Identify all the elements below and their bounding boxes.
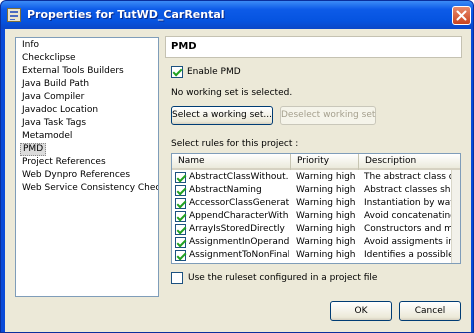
table-row[interactable]: AppendCharacterWith... Warning high Avoi…: [172, 210, 452, 223]
close-icon: [456, 10, 467, 21]
close-button[interactable]: [452, 6, 471, 25]
column-header-priority[interactable]: Priority: [291, 154, 359, 170]
window-title: Properties for TutWD_CarRental: [27, 8, 225, 21]
enable-pmd-checkbox[interactable]: [171, 66, 183, 78]
table-row[interactable]: AbstractNaming Warning high Abstract cla…: [172, 184, 452, 197]
tree-item-javadoc-location[interactable]: Javadoc Location: [20, 104, 100, 117]
tree-item-info[interactable]: Info: [20, 39, 41, 52]
rule-checkbox[interactable]: [175, 224, 186, 235]
table-row[interactable]: AbstractClassWithout... Warning high The…: [172, 171, 452, 184]
rule-checkbox[interactable]: [175, 211, 186, 222]
rule-name: ArrayIsStoredDirectly: [189, 224, 285, 234]
rule-name: AccessorClassGenerat...: [189, 198, 289, 208]
column-header-name[interactable]: Name: [172, 154, 291, 170]
rule-priority: Warning high: [296, 224, 356, 234]
use-ruleset-checkbox[interactable]: [171, 272, 183, 284]
rule-priority: Warning high: [296, 237, 356, 247]
select-working-set-button[interactable]: Select a working set...: [171, 106, 273, 125]
column-header-description[interactable]: Description: [359, 154, 460, 170]
tree-item-metamodel[interactable]: Metamodel: [20, 130, 74, 143]
properties-dialog: Properties for TutWD_CarRental Info Chec…: [0, 0, 474, 333]
rule-priority: Warning high: [296, 172, 356, 182]
table-row[interactable]: AssignmentToNonFinal... Warning high Ide…: [172, 249, 452, 262]
tree-item-web-dynpro-references[interactable]: Web Dynpro References: [20, 169, 132, 182]
rule-name: AssignmentToNonFinal...: [189, 250, 289, 260]
rule-description: Instantiation by way: [364, 198, 452, 208]
rules-table-scrollbar[interactable]: [451, 170, 460, 263]
tree-item-checkclipse[interactable]: Checkclipse: [20, 52, 78, 65]
enable-pmd-label[interactable]: Enable PMD: [187, 67, 241, 77]
properties-icon: [7, 8, 21, 22]
cancel-button[interactable]: Cancel: [399, 301, 461, 321]
rule-priority: Warning high: [296, 185, 356, 195]
select-rules-label: Select rules for this project :: [171, 139, 299, 149]
rules-table[interactable]: Name Priority Description AbstractClassW…: [171, 153, 461, 264]
rule-priority: Warning high: [296, 211, 356, 221]
table-row[interactable]: ArrayIsStoredDirectly Warning high Const…: [172, 223, 452, 236]
rule-checkbox[interactable]: [175, 198, 186, 209]
table-row[interactable]: AccessorClassGenerat... Warning high Ins…: [172, 197, 452, 210]
deselect-working-set-button[interactable]: Deselect working set: [280, 106, 376, 125]
title-bar[interactable]: Properties for TutWD_CarRental: [1, 1, 473, 29]
tree-item-web-service-consistency[interactable]: Web Service Consistency Chec: [20, 182, 158, 195]
rule-description: The abstract class d: [364, 172, 452, 182]
tree-item-external-tools-builders[interactable]: External Tools Builders: [20, 65, 126, 78]
dialog-body: Info Checkclipse External Tools Builders…: [5, 29, 471, 332]
table-row[interactable]: AssignmentInOperand Warning high Avoid a…: [172, 236, 452, 249]
rule-description: Abstract classes sho: [364, 185, 452, 195]
tree-item-project-references[interactable]: Project References: [20, 156, 108, 169]
rule-priority: Warning high: [296, 198, 356, 208]
rule-checkbox[interactable]: [175, 185, 186, 196]
rule-name: AssignmentInOperand: [189, 237, 289, 247]
rule-name: AbstractClassWithout...: [189, 172, 289, 182]
property-page-tree[interactable]: Info Checkclipse External Tools Builders…: [15, 37, 159, 297]
use-ruleset-label[interactable]: Use the ruleset configured in a project …: [188, 273, 377, 283]
rule-checkbox[interactable]: [175, 172, 186, 183]
rule-name: AbstractNaming: [189, 185, 262, 195]
tree-item-java-task-tags[interactable]: Java Task Tags: [20, 117, 88, 130]
page-header: PMD: [165, 36, 462, 58]
rule-checkbox[interactable]: [175, 237, 186, 248]
tree-item-pmd[interactable]: PMD: [20, 143, 47, 156]
ok-button[interactable]: OK: [330, 301, 392, 321]
rule-priority: Warning high: [296, 250, 356, 260]
rule-description: Avoid assigments in: [364, 237, 452, 247]
tree-item-java-compiler[interactable]: Java Compiler: [20, 91, 86, 104]
rule-description: Constructors and me: [364, 224, 452, 234]
page-title: PMD: [171, 41, 197, 52]
rule-checkbox[interactable]: [175, 250, 186, 261]
tree-item-java-build-path[interactable]: Java Build Path: [20, 78, 91, 91]
rule-name: AppendCharacterWith...: [189, 211, 289, 221]
rule-description: Identifies a possible: [364, 250, 452, 260]
rule-description: Avoid concatenating: [364, 211, 452, 221]
working-set-status: No working set is selected.: [171, 88, 293, 98]
rules-table-header: Name Priority Description: [172, 154, 460, 170]
